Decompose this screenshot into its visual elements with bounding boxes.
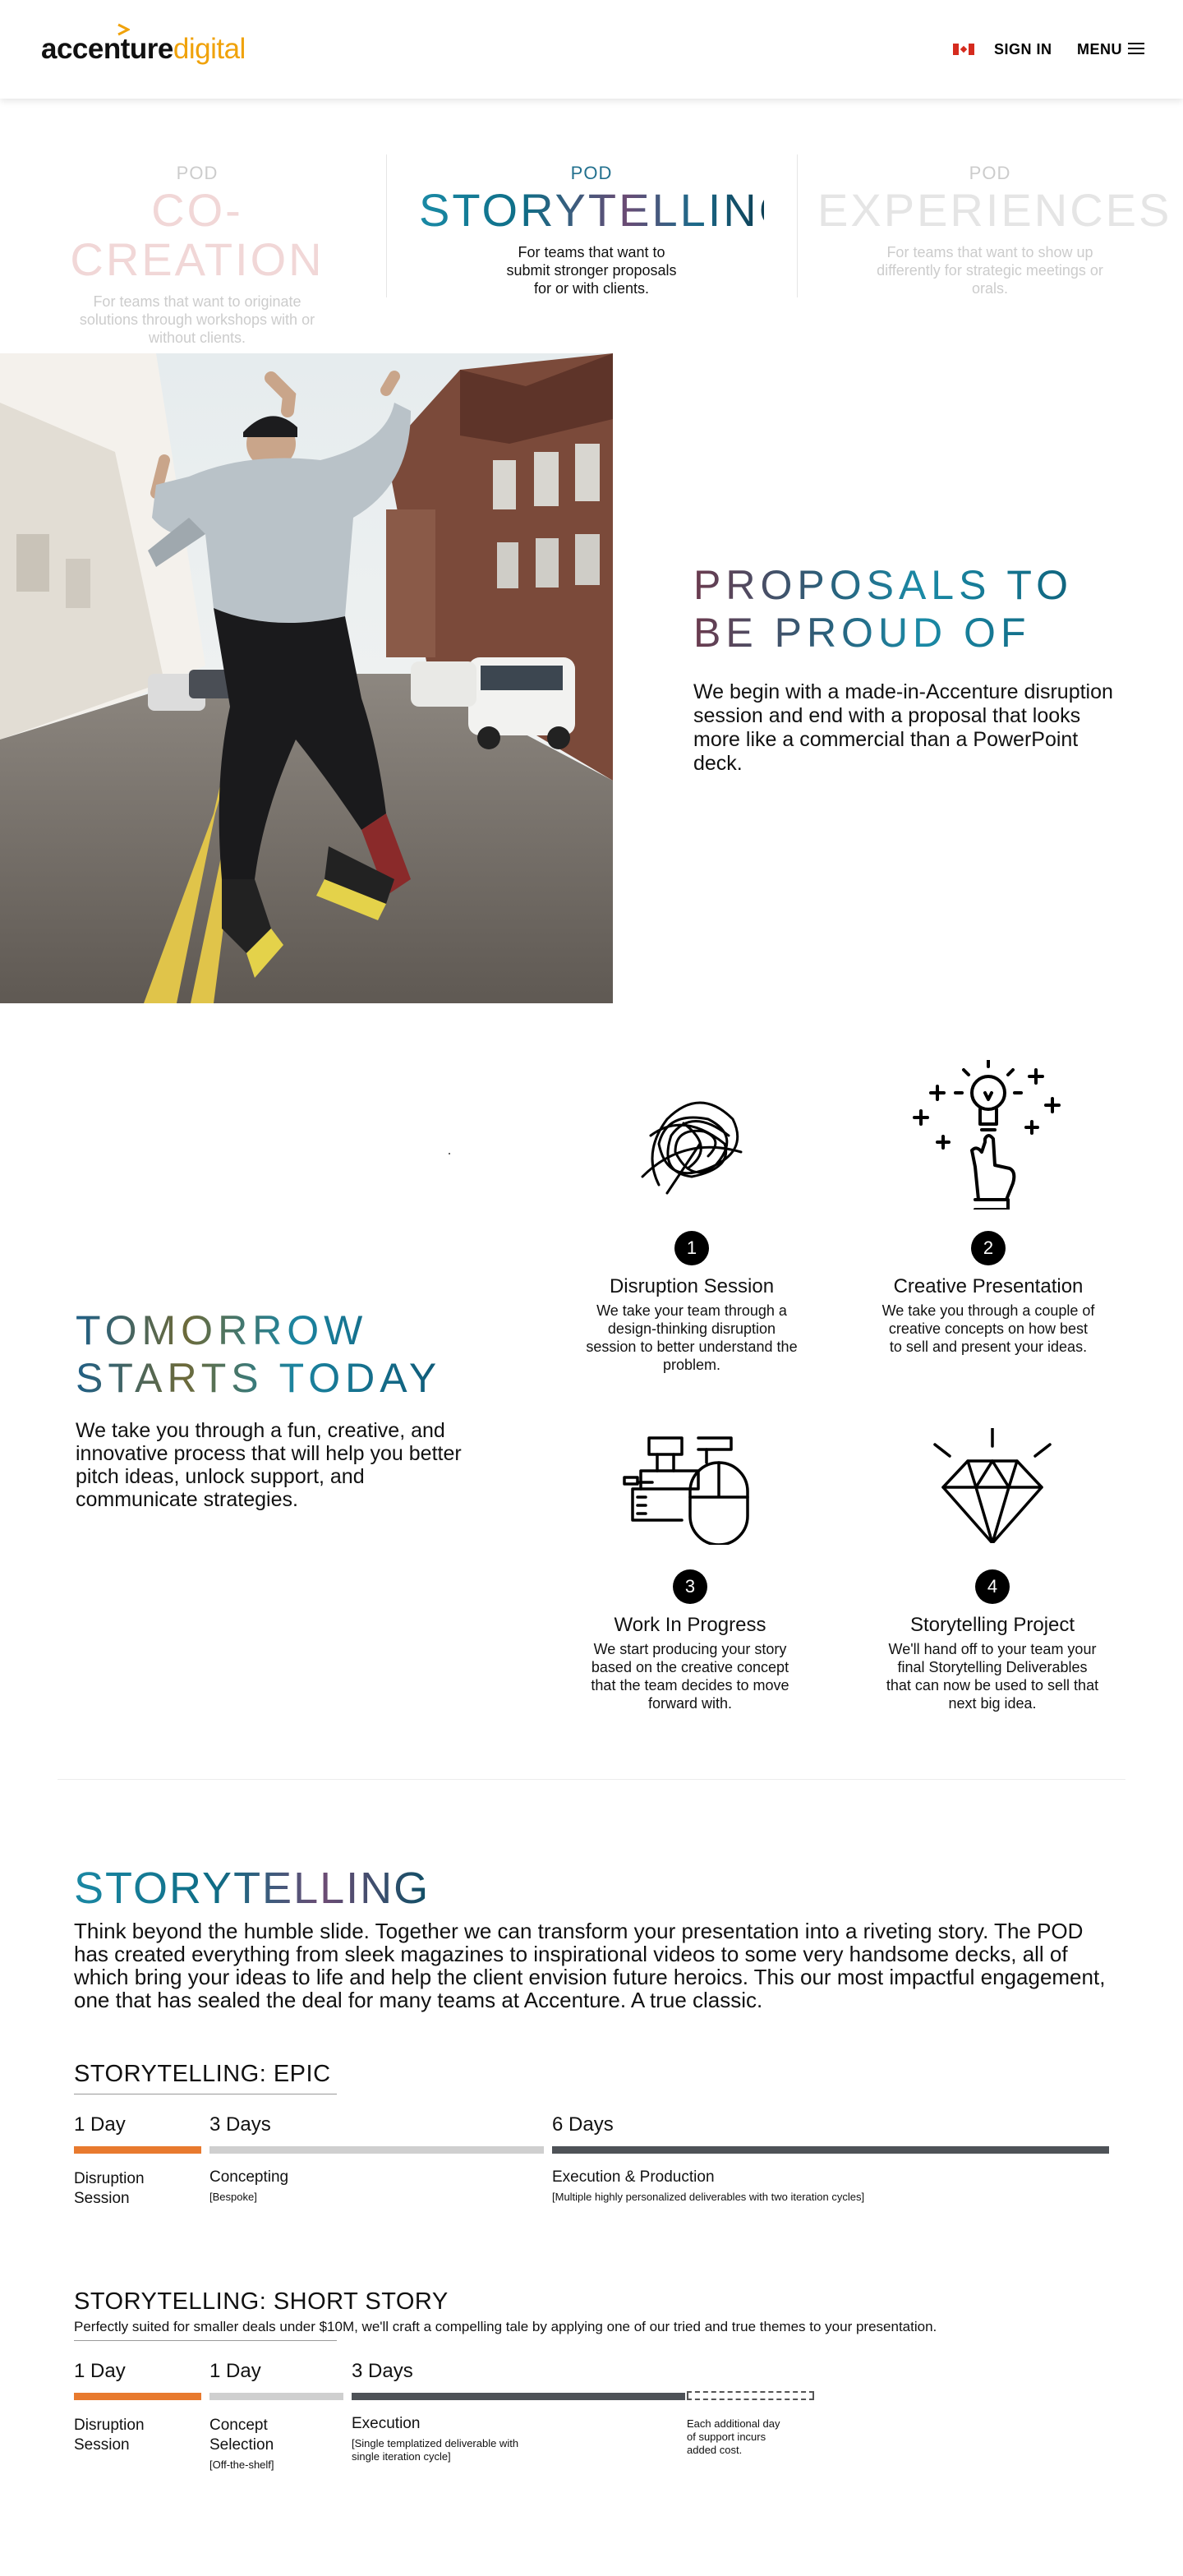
epic-bar-disruption [74, 2146, 201, 2154]
pod-title: CO-CREATION [70, 184, 325, 285]
short-story-package-title: STORYTELLING: SHORT STORY [74, 2288, 449, 2315]
pod-tab-storytelling[interactable]: POD STORYTELLING For teams that want to … [419, 163, 798, 297]
pod-title: STORYTELLING [419, 184, 798, 236]
step-work-in-progress: 3 Work In Progress We start producing yo… [567, 1430, 813, 1712]
epic-duration-3: 6 Days [552, 2113, 614, 2136]
short-duration-2: 1 Day [209, 2360, 261, 2382]
logo-caret-icon [117, 23, 130, 36]
short-duration-1: 1 Day [74, 2360, 126, 2382]
step-description: We take your team through a design-think… [586, 1302, 798, 1373]
accenture-digital-logo[interactable]: accenturedigital [41, 23, 246, 66]
hamburger-menu-icon[interactable] [1128, 43, 1144, 54]
logo-main-text: accenture [41, 33, 173, 65]
epic-duration-1: 1 Day [74, 2113, 126, 2136]
phase-name-line-1: Disruption [74, 2417, 145, 2434]
short-duration-3: 3 Days [352, 2360, 413, 2382]
note-line-1: Each additional day [687, 2417, 780, 2430]
epic-phase-execution: Execution & Production [552, 2168, 715, 2186]
lightbulb-hand-icon [913, 1060, 1061, 1210]
tomorrow-title: TOMORROW STARTS TODAY [76, 1306, 441, 1402]
tomorrow-title-line-1: TOMORROW [76, 1307, 368, 1353]
phase-name-line-2: Session [74, 2190, 130, 2207]
decorative-dot [449, 1153, 450, 1154]
section-divider [58, 1779, 1125, 1780]
step-disruption-session: 1 Disruption Session We take your team t… [568, 1086, 815, 1374]
phase-name-line-1: Concept [209, 2417, 268, 2434]
note-line-2: single iteration cycle] [352, 2450, 451, 2463]
short-phase-concept-note: [Off-the-shelf] [209, 2458, 274, 2471]
step-storytelling-project: 4 Storytelling Project We'll hand off to… [869, 1428, 1116, 1712]
step-title: Storytelling Project [909, 1614, 1075, 1636]
phase-name-line-2: Session [74, 2436, 130, 2454]
logo-accent-text: digital [173, 33, 246, 65]
storytelling-title: STORYTELLING [74, 1864, 430, 1913]
step-number-badge: 3 [673, 1569, 707, 1604]
additional-day-note: Each additional day of support incurs ad… [687, 2417, 780, 2457]
site-header: accenturedigital SIGN IN MENU [0, 0, 1183, 99]
epic-phase-execution-note: [Multiple highly personalized deliverabl… [552, 2191, 865, 2203]
note-line-2: of support incurs [687, 2431, 766, 2443]
phase-name-line-1: Disruption [74, 2170, 145, 2187]
menu-button[interactable]: MENU [1077, 41, 1122, 58]
short-phase-execution-note: [Single templatized deliverable with sin… [352, 2437, 518, 2463]
hero-title: PROPOSALS TO BE PROUD OF [693, 561, 1073, 657]
pod-title: EXPERIENCES [817, 184, 1172, 236]
hero-photo-jumping-man [0, 353, 613, 1003]
pod-description: For teams that want to show up different… [877, 244, 1103, 297]
short-story-title-underline [74, 2340, 337, 2341]
step-title: Work In Progress [614, 1614, 766, 1636]
epic-package-title: STORYTELLING: EPIC [74, 2061, 331, 2087]
epic-phase-concepting: Concepting [209, 2168, 289, 2186]
canada-flag-icon[interactable] [953, 44, 974, 55]
tomorrow-title-line-2: STARTS TODAY [76, 1355, 442, 1401]
tomorrow-text: We take you through a fun, creative, and… [76, 1419, 462, 1511]
note-line-1: [Single templatized deliverable with [352, 2437, 519, 2449]
short-bar-concept [209, 2393, 343, 2400]
pod-tab-experiences[interactable]: POD EXPERIENCES For teams that want to s… [817, 163, 1172, 297]
scribble-icon [641, 1101, 743, 1195]
step-description: We'll hand off to your team your final S… [886, 1641, 1099, 1712]
pod-label: POD [176, 163, 219, 183]
storytelling-text: Think beyond the humble slide. Together … [74, 1919, 1106, 2012]
tools-mouse-icon [623, 1436, 749, 1545]
hero-text: We begin with a made-in-Accenture disrup… [693, 680, 1113, 775]
step-number-badge: 4 [975, 1569, 1010, 1604]
step-description: We start producing your story based on t… [591, 1641, 789, 1712]
short-bar-disruption [74, 2393, 201, 2400]
pod-label: POD [570, 163, 613, 183]
hero-title-line-1: PROPOSALS TO [693, 562, 1073, 608]
sign-in-link[interactable]: SIGN IN [994, 41, 1052, 58]
epic-phase-disruption: Disruption Session [74, 2169, 145, 2209]
epic-phase-concepting-note: [Bespoke] [209, 2191, 257, 2203]
pod-tab-co-creation[interactable]: POD CO-CREATION For teams that want to o… [25, 163, 370, 347]
short-bar-additional-day [687, 2391, 814, 2400]
epic-duration-2: 3 Days [209, 2113, 271, 2136]
step-creative-presentation: 2 Creative Presentation We take you thro… [865, 1060, 1112, 1356]
step-title: Creative Presentation [893, 1275, 1084, 1297]
note-line-3: added cost. [687, 2444, 743, 2456]
pod-divider [386, 154, 387, 297]
pod-label: POD [969, 163, 1011, 183]
step-description: We take you through a couple of creative… [881, 1302, 1095, 1355]
short-story-subtitle: Perfectly suited for smaller deals under… [74, 2319, 937, 2334]
step-title: Disruption Session [609, 1275, 775, 1297]
pod-description: For teams that want to submit stronger p… [506, 244, 677, 297]
step-number-badge: 1 [674, 1231, 709, 1265]
pod-divider [797, 154, 798, 297]
short-phase-concept: Concept Selection [209, 2416, 274, 2455]
epic-bar-concepting [209, 2146, 544, 2154]
hero-title-line-2: BE PROUD OF [693, 610, 1031, 656]
short-phase-execution: Execution [352, 2415, 421, 2432]
phase-name-line-2: Selection [209, 2436, 274, 2454]
diamond-icon [933, 1428, 1052, 1543]
short-bar-execution [352, 2393, 685, 2400]
short-phase-disruption: Disruption Session [74, 2416, 145, 2455]
pod-description: For teams that want to originate solutio… [79, 293, 315, 346]
epic-bar-execution [552, 2146, 1109, 2154]
step-number-badge: 2 [971, 1231, 1006, 1265]
